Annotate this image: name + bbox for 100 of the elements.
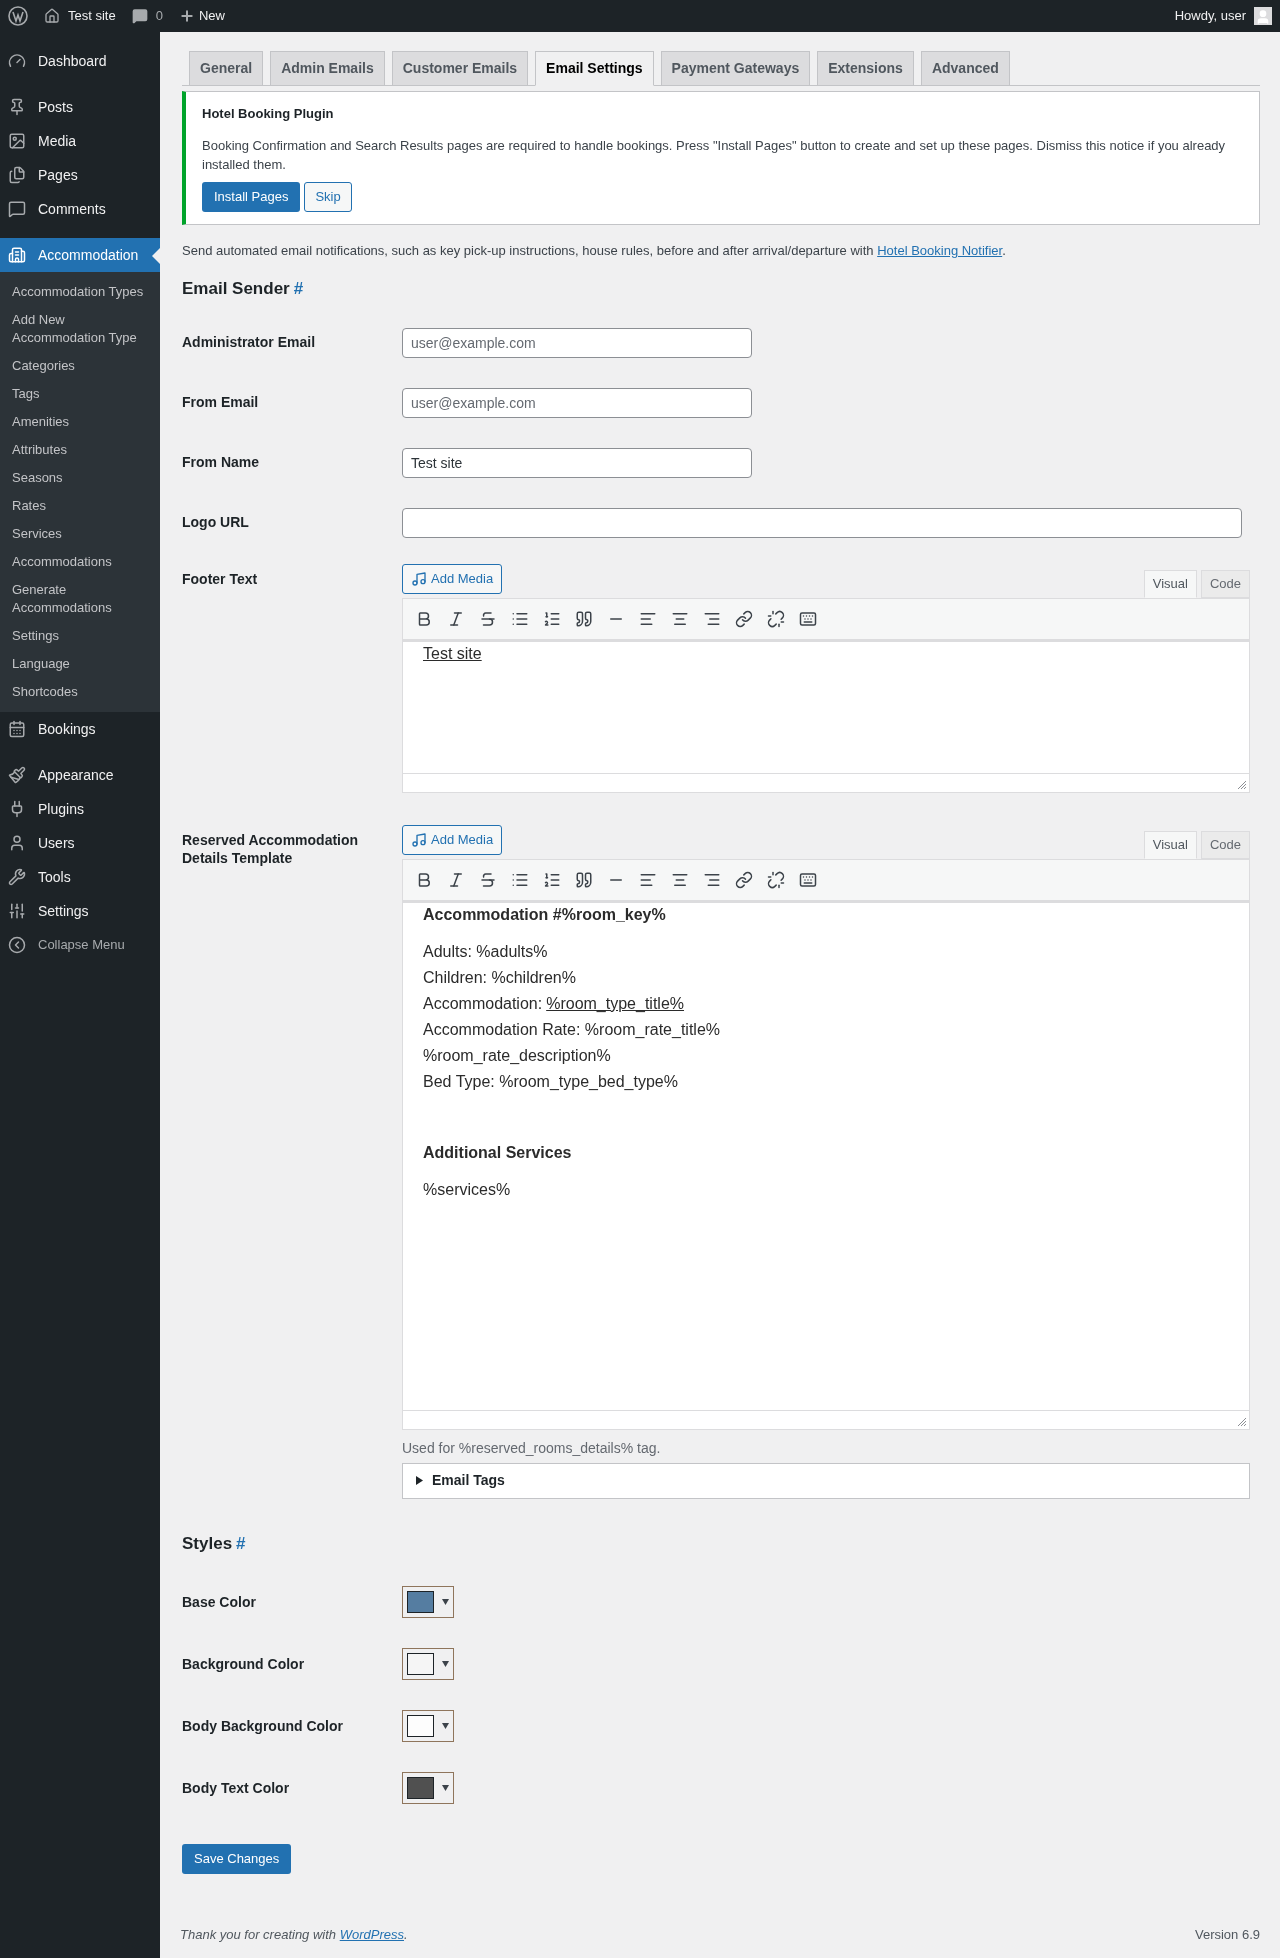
new-link[interactable]: New <box>178 6 225 26</box>
template-line: Accommodation Rate: %room_rate_title% <box>423 1019 722 1040</box>
anchor-link[interactable]: # <box>236 1530 246 1556</box>
resize-handle-icon[interactable] <box>1237 1416 1247 1427</box>
sidebar-item[interactable]: Accommodation <box>0 238 160 272</box>
text-field[interactable] <box>402 507 1242 538</box>
sidebar-item[interactable]: Plugins <box>0 792 160 826</box>
intro-text: Send automated email notifications, such as key pick-up instructions, house rules, before and after arrival/departure with Hotel Booking Notifier. <box>182 241 1007 260</box>
text-field[interactable]: Test site <box>402 447 752 478</box>
notice-text: Booking Confirmation and Search Results pages are required to handle bookings. Press "Install Pages" button to create and set up these pages. Dismiss this notice if you already installed them. <box>202 136 1227 174</box>
numbered-list-icon[interactable] <box>543 609 561 628</box>
submenu-item[interactable]: Rates <box>0 492 160 520</box>
keyboard-icon[interactable] <box>799 609 817 628</box>
submenu-item[interactable]: Amenities <box>0 408 160 436</box>
install-pages-button[interactable]: Install Pages <box>202 181 301 212</box>
save-changes-button[interactable]: Save Changes <box>182 1844 292 1874</box>
color-picker[interactable] <box>402 1772 454 1804</box>
settings-tab[interactable]: Advanced <box>920 51 1010 86</box>
submenu-item[interactable]: Accommodations <box>0 548 160 576</box>
collapse-icon <box>8 936 26 954</box>
anchor-link[interactable]: # <box>293 276 304 302</box>
user-icon <box>8 834 26 852</box>
site-link[interactable]: Test site <box>44 6 116 26</box>
section-heading: Email Sender <box>182 278 290 300</box>
sidebar-item[interactable]: Tools <box>0 860 160 894</box>
sliders-icon <box>8 902 26 920</box>
template-line: %services% <box>423 1179 512 1200</box>
resize-handle-icon[interactable] <box>1237 779 1247 790</box>
settings-tab[interactable]: Extensions <box>817 51 914 86</box>
editor-content[interactable]: Test site <box>402 639 1250 774</box>
submenu-item[interactable]: Accommodation Types <box>0 278 160 306</box>
text-field[interactable]: user@example.com <box>402 387 752 418</box>
submenu-item[interactable]: Add New Accommodation Type <box>0 306 160 352</box>
submenu-item[interactable]: Seasons <box>0 464 160 492</box>
strikethrough-icon[interactable] <box>479 609 497 628</box>
template-line: Children: %children% <box>423 967 577 988</box>
sidebar-item[interactable]: Pages <box>0 158 160 192</box>
submenu-item[interactable]: Language <box>0 650 160 678</box>
italic-icon[interactable] <box>447 609 465 628</box>
editor-tab[interactable]: Visual <box>1143 569 1197 598</box>
gauge-icon <box>8 52 26 70</box>
calendar-icon <box>8 720 26 738</box>
quote-icon[interactable] <box>575 609 593 628</box>
submenu-item[interactable]: Attributes <box>0 436 160 464</box>
strikethrough-icon[interactable] <box>479 870 497 889</box>
image-icon <box>8 132 26 150</box>
notifier-link[interactable]: Hotel Booking Notifier <box>877 242 1003 258</box>
settings-tab[interactable]: Customer Emails <box>391 51 529 86</box>
email-tags-toggle[interactable]: Email Tags <box>402 1462 1250 1499</box>
submenu-item[interactable]: Shortcodes <box>0 678 160 706</box>
link-icon[interactable] <box>735 870 753 889</box>
sidebar-item[interactable]: Appearance <box>0 758 160 792</box>
wordpress-logo-icon[interactable] <box>8 6 28 26</box>
editor-tab[interactable]: Code <box>1200 830 1250 859</box>
field-label: Background Color <box>182 1654 306 1674</box>
settings-tab[interactable]: Email Settings <box>535 51 654 86</box>
unlink-icon[interactable] <box>767 870 785 889</box>
sidebar-item[interactable]: Comments <box>0 192 160 226</box>
italic-icon[interactable] <box>447 870 465 889</box>
current-pointer-icon <box>152 248 160 264</box>
submenu-item[interactable]: Categories <box>0 352 160 380</box>
color-picker[interactable] <box>402 1586 454 1618</box>
editor-tab[interactable]: Code <box>1200 569 1250 598</box>
add-media-button[interactable]: Add Media <box>402 563 503 594</box>
submenu-item[interactable]: Generate Accommodations <box>0 576 160 622</box>
settings-tab[interactable]: Admin Emails <box>270 51 385 86</box>
color-picker[interactable] <box>402 1710 454 1742</box>
text-field[interactable]: user@example.com <box>402 327 752 358</box>
caret-right-icon <box>415 1476 424 1485</box>
sidebar-item[interactable]: Settings <box>0 894 160 928</box>
submenu-item[interactable]: Services <box>0 520 160 548</box>
avatar-icon <box>1254 7 1272 25</box>
sidebar-item[interactable]: Dashboard <box>0 44 160 78</box>
submenu-item[interactable]: Tags <box>0 380 160 408</box>
template-line: %room_rate_description% <box>423 1045 612 1066</box>
numbered-list-icon[interactable] <box>543 870 561 889</box>
skip-button[interactable]: Skip <box>304 181 352 212</box>
template-heading: Accommodation #%room_key% <box>423 904 667 925</box>
settings-tab[interactable]: General <box>189 51 264 86</box>
editor-tab[interactable]: Visual <box>1143 830 1197 859</box>
sidebar-item[interactable]: Bookings <box>0 712 160 746</box>
sidebar-item[interactable]: Media <box>0 124 160 158</box>
quote-icon[interactable] <box>575 870 593 889</box>
speech-bubble-icon <box>8 200 26 218</box>
sidebar-item[interactable]: Posts <box>0 90 160 124</box>
add-media-button[interactable]: Add Media <box>402 824 503 855</box>
paintbrush-icon <box>8 766 26 784</box>
collapse-menu-button[interactable]: Collapse Menu <box>0 928 160 962</box>
settings-tab[interactable]: Payment Gateways <box>660 51 811 86</box>
building-icon <box>8 246 26 264</box>
wordpress-link[interactable]: WordPress <box>339 1926 404 1942</box>
comments-link[interactable]: 0 <box>131 6 163 26</box>
unlink-icon[interactable] <box>767 609 785 628</box>
keyboard-icon[interactable] <box>799 870 817 889</box>
submenu-item[interactable]: Settings <box>0 622 160 650</box>
color-picker[interactable] <box>402 1648 454 1680</box>
caret-down-icon <box>442 1723 449 1729</box>
account-link[interactable]: Howdy, user <box>1174 6 1272 26</box>
sidebar-item[interactable]: Users <box>0 826 160 860</box>
link-icon[interactable] <box>735 609 753 628</box>
